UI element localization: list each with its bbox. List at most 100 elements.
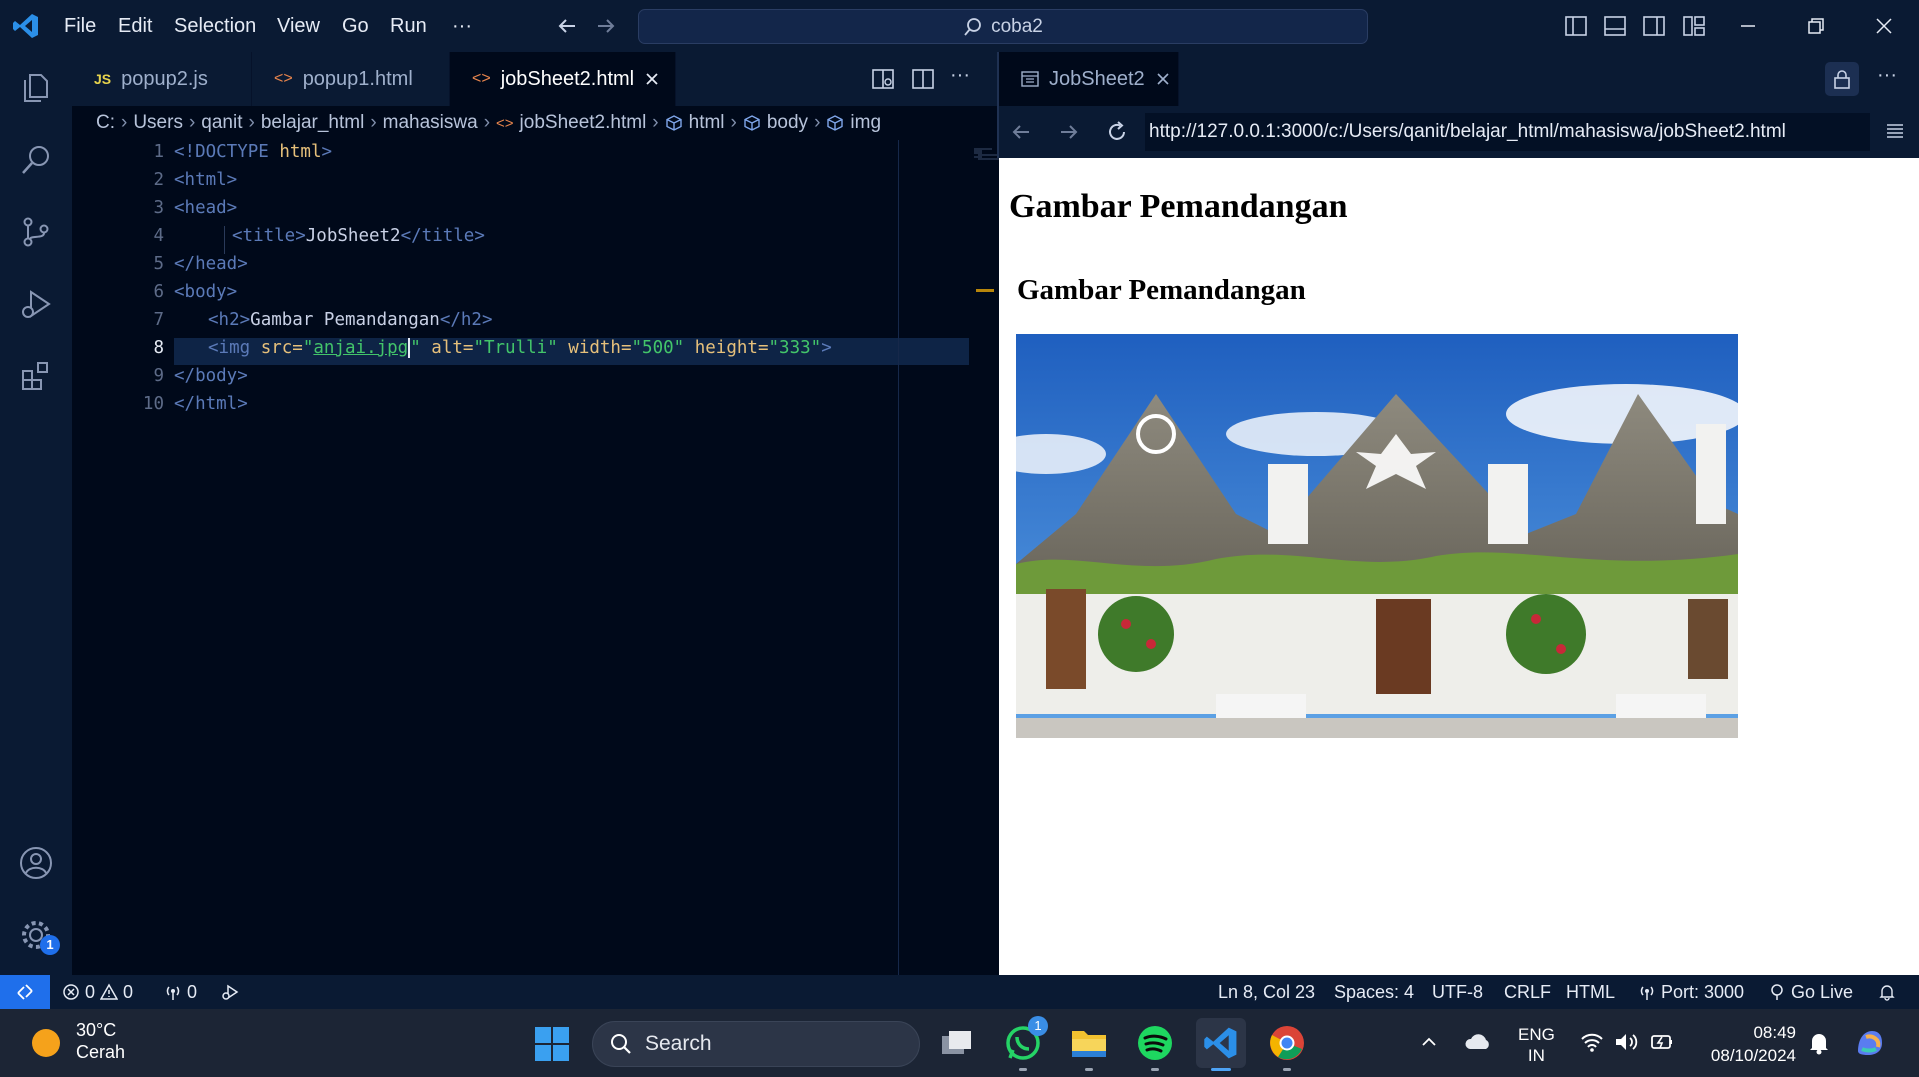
go-live-button[interactable]: Go Live <box>1768 975 1853 1009</box>
run-extension-icon[interactable] <box>220 975 240 1009</box>
copilot-icon[interactable] <box>1852 1025 1888 1061</box>
code-line: <html> <box>174 170 238 190</box>
breadcrumb-item[interactable]: jobSheet2.html <box>520 112 647 134</box>
battery-charging-icon[interactable] <box>1650 1031 1676 1053</box>
warning-count: 0 <box>123 982 134 1002</box>
toggle-sidebar-icon[interactable] <box>1565 15 1587 37</box>
source-control-icon[interactable] <box>14 210 58 254</box>
back-arrow-icon[interactable] <box>555 14 579 38</box>
hamburger-menu-icon[interactable] <box>1884 120 1906 142</box>
back-arrow-icon[interactable] <box>1009 120 1033 144</box>
spotify-icon[interactable] <box>1130 1018 1180 1071</box>
breadcrumb-item[interactable]: qanit <box>201 112 242 134</box>
task-view-icon[interactable] <box>932 1018 982 1068</box>
src-value: anjai.jpg <box>313 338 409 358</box>
tab-label: jobSheet2.html <box>500 67 635 90</box>
vscode-taskbar-icon[interactable] <box>1196 1018 1246 1071</box>
broadcast-icon <box>1638 983 1656 1001</box>
search-icon[interactable] <box>14 138 58 182</box>
encoding[interactable]: UTF-8 <box>1432 975 1483 1009</box>
live-server-port[interactable]: Port: 3000 <box>1638 975 1744 1009</box>
extensions-icon[interactable] <box>14 354 58 398</box>
tab-jobsheet2-html[interactable]: <> jobSheet2.html <box>450 52 676 106</box>
breadcrumb-item[interactable]: belajar_html <box>261 112 365 134</box>
preview-tab-bar: JobSheet2 ··· <box>997 52 1919 106</box>
customize-layout-icon[interactable] <box>1683 15 1705 37</box>
menu-file[interactable]: File <box>64 0 96 52</box>
accounts-icon[interactable] <box>14 841 58 885</box>
line-number: 8 <box>153 338 164 358</box>
open-preview-icon[interactable] <box>872 68 894 90</box>
menu-edit[interactable]: Edit <box>118 0 152 52</box>
menu-go[interactable]: Go <box>342 0 369 52</box>
breadcrumb-item[interactable]: Users <box>133 112 183 134</box>
tab-popup2-js[interactable]: JS popup2.js <box>72 52 252 106</box>
close-tab-icon[interactable] <box>644 71 660 87</box>
language-mode[interactable]: HTML <box>1566 975 1615 1009</box>
forward-arrow-icon[interactable] <box>594 14 618 38</box>
vscode-logo-icon <box>12 12 40 40</box>
code-editor[interactable]: 1 2 3 4 5 6 7 8 9 10 <!DOCTYPE html> <ht… <box>72 140 1032 975</box>
chevron-right-icon: › <box>814 112 821 133</box>
remote-indicator[interactable] <box>0 975 50 1009</box>
whatsapp-icon[interactable]: 1 <box>998 1016 1048 1071</box>
explorer-icon[interactable] <box>14 66 58 110</box>
restore-icon[interactable] <box>1806 16 1826 36</box>
chevron-right-icon: › <box>483 112 491 133</box>
toggle-panel-icon[interactable] <box>1604 15 1626 37</box>
chrome-icon[interactable] <box>1262 1018 1312 1071</box>
url-input[interactable]: http://127.0.0.1:3000/c:/Users/qanit/bel… <box>1145 113 1870 151</box>
minimize-icon[interactable] <box>1738 16 1758 36</box>
command-center-search[interactable]: coba2 <box>638 9 1368 44</box>
clock[interactable]: 08:49 08/10/2024 <box>1700 1021 1796 1067</box>
forward-arrow-icon[interactable] <box>1057 120 1081 144</box>
weather-widget[interactable]: 30°C Cerah <box>76 1019 125 1063</box>
manage-gear-icon[interactable]: 1 <box>14 913 60 957</box>
breadcrumb-item[interactable]: C: <box>96 112 115 134</box>
tab-jobsheet2-preview[interactable]: JobSheet2 <box>999 52 1179 106</box>
code-line: </head> <box>174 254 248 274</box>
line-ending[interactable]: CRLF <box>1504 975 1551 1009</box>
breadcrumb-item[interactable]: img <box>850 112 881 134</box>
wifi-icon[interactable] <box>1580 1031 1604 1053</box>
cursor-position[interactable]: Ln 8, Col 23 <box>1218 975 1315 1009</box>
problems-indicator[interactable]: 0 0 <box>62 975 133 1009</box>
search-label: Search <box>645 1032 712 1055</box>
lock-icon[interactable] <box>1825 62 1859 96</box>
tab-label: popup1.html <box>302 67 413 90</box>
chevron-right-icon: › <box>121 112 128 133</box>
breadcrumb-item[interactable]: html <box>689 112 725 134</box>
breadcrumb-item[interactable]: body <box>767 112 808 134</box>
windows-start-icon[interactable] <box>534 1026 570 1062</box>
reload-icon[interactable] <box>1105 120 1129 144</box>
title-bar: File Edit Selection View Go Run ··· coba… <box>0 0 1919 52</box>
notification-bell-icon[interactable] <box>1808 1031 1830 1055</box>
run-debug-icon[interactable] <box>14 282 58 326</box>
weather-sun-icon[interactable] <box>30 1027 62 1059</box>
ports-indicator[interactable]: 0 <box>164 975 197 1009</box>
weather-desc: Cerah <box>76 1042 126 1062</box>
trulli-landscape-image <box>1016 334 1738 738</box>
line-number: 9 <box>153 366 164 386</box>
volume-icon[interactable] <box>1614 1031 1640 1053</box>
chevron-up-icon[interactable] <box>1420 1033 1438 1051</box>
preview-more-actions[interactable]: ··· <box>1877 64 1897 87</box>
menu-view[interactable]: View <box>277 0 320 52</box>
editor-more-actions[interactable]: ··· <box>950 64 970 87</box>
input-language[interactable]: ENG IN <box>1518 1024 1555 1066</box>
indentation[interactable]: Spaces: 4 <box>1334 975 1414 1009</box>
toggle-secondary-sidebar-icon[interactable] <box>1643 15 1665 37</box>
notifications-bell-icon[interactable] <box>1878 975 1896 1009</box>
menu-more[interactable]: ··· <box>452 0 472 52</box>
onedrive-cloud-icon[interactable] <box>1464 1031 1492 1051</box>
file-explorer-icon[interactable] <box>1064 1018 1114 1071</box>
breadcrumb-item[interactable]: mahasiswa <box>383 112 478 134</box>
split-editor-icon[interactable] <box>912 68 934 90</box>
menu-run[interactable]: Run <box>390 0 427 52</box>
menu-selection[interactable]: Selection <box>174 0 256 52</box>
settings-badge: 1 <box>40 935 60 955</box>
taskbar-search[interactable]: Search <box>592 1021 920 1067</box>
tab-popup1-html[interactable]: <> popup1.html <box>252 52 450 106</box>
close-tab-icon[interactable] <box>1155 71 1171 87</box>
close-window-icon[interactable] <box>1874 16 1894 36</box>
